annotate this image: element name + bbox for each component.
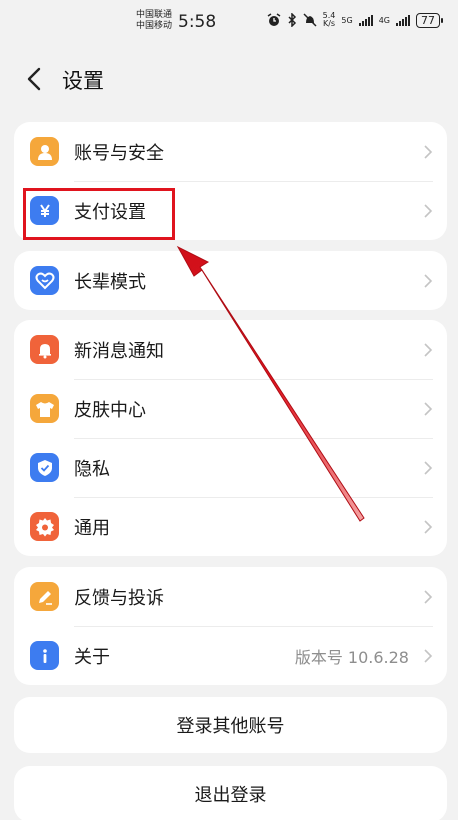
status-bar: 中国联通 中国移动 5:58 5.4 K/s 5G 4G 77 [0,0,458,44]
new-message-notification-item[interactable]: 新消息通知 [14,320,447,379]
gear-icon [30,512,59,541]
switch-account-button[interactable]: 登录其他账号 [14,697,447,753]
header: 设置 [0,56,458,104]
back-arrow-icon[interactable] [22,66,48,92]
tshirt-icon [30,394,59,423]
chevron-right-icon [424,461,433,475]
chevron-right-icon [424,343,433,357]
heart-smile-icon [30,266,59,295]
net-speed-unit: K/s [322,19,336,28]
carrier-info: 中国联通 中国移动 [136,10,172,32]
status-icons: 5.4 K/s 5G 4G 77 [267,12,443,28]
chevron-right-icon [424,145,433,159]
net-speed: 5.4 K/s [323,12,336,28]
item-label: 关于 [74,646,110,668]
pencil-icon [30,582,59,611]
settings-group-elder: 长辈模式 [14,251,447,310]
signal-bars-icon [396,14,410,26]
carrier-2: 中国移动 [136,21,173,31]
item-label: 皮肤中心 [74,399,146,421]
chevron-right-icon [424,649,433,663]
signal-4g-label: 4G [378,15,390,25]
chevron-right-icon [424,520,433,534]
item-label: 隐私 [74,458,110,480]
item-label: 通用 [74,517,110,539]
skin-center-item[interactable]: 皮肤中心 [14,379,447,438]
shield-icon [30,453,59,482]
page-title: 设置 [62,69,104,93]
item-label: 账号与安全 [74,142,164,164]
about-item[interactable]: 关于 版本号 10.6.28 [14,626,447,685]
settings-group-general: 新消息通知 皮肤中心 隐私 通用 [14,320,447,556]
clock: 5:58 [178,12,217,32]
privacy-item[interactable]: 隐私 [14,438,447,497]
version-value: 版本号 10.6.28 [294,647,409,667]
feedback-item[interactable]: 反馈与投诉 [14,567,447,626]
highlight-box [23,188,175,240]
carrier-1: 中国联通 [136,10,173,20]
chevron-right-icon [424,590,433,604]
chevron-right-icon [424,204,433,218]
logout-button[interactable]: 退出登录 [14,766,447,820]
mute-icon [303,13,317,27]
signal-5g-label: 5G [341,15,353,25]
signal-bars-icon [358,14,373,26]
elder-mode-item[interactable]: 长辈模式 [14,251,447,310]
battery-icon: 77 [416,12,443,28]
alarm-icon [267,13,281,26]
info-icon [30,641,59,670]
person-icon [30,137,59,166]
bell-icon [30,335,59,364]
general-item[interactable]: 通用 [14,497,447,556]
bluetooth-icon [288,13,296,27]
item-label: 新消息通知 [74,340,164,362]
settings-group-about: 反馈与投诉 关于 版本号 10.6.28 [14,567,447,685]
item-label: 反馈与投诉 [74,587,164,609]
account-security-item[interactable]: 账号与安全 [14,122,447,181]
chevron-right-icon [424,402,433,416]
chevron-right-icon [424,274,433,288]
item-label: 长辈模式 [74,271,146,293]
